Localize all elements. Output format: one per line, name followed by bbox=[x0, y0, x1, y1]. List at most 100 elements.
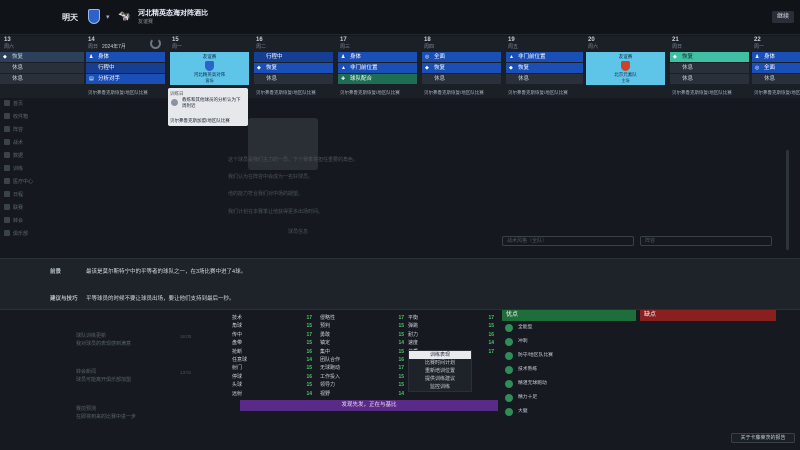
sidebar-item[interactable]: 联赛 bbox=[0, 202, 48, 215]
training-slot[interactable]: ✚ 球队配合 bbox=[338, 74, 417, 84]
menu-item[interactable]: 比赛时间计划 bbox=[409, 359, 471, 367]
sidebar-item[interactable]: 首页 bbox=[0, 98, 48, 111]
training-slot[interactable]: ▲ 非门前位置 bbox=[506, 52, 583, 62]
chevron-down-icon[interactable]: ▾ bbox=[106, 13, 110, 21]
attributes-panel: 技术 17 角球 15 传中 17 盘带 15 抢断 16 任意球 14 射门 15 停球 16 头球 15 远射 1… bbox=[228, 310, 498, 430]
training-slot[interactable]: 休息 bbox=[254, 74, 333, 84]
calendar-day[interactable]: 19 周五 ▲ 非门前位置 ◆ 恢复 休息 贝尔弗鲁克斯恢复/地区队比赛 bbox=[504, 36, 584, 98]
training-slot[interactable]: ♟ 身体 bbox=[338, 52, 417, 62]
strength-icon bbox=[505, 380, 513, 388]
day-name: 周五 bbox=[508, 44, 519, 50]
training-slot[interactable]: ◎ 全面 bbox=[422, 52, 501, 62]
strength-icon bbox=[505, 338, 513, 346]
continue-button[interactable]: 继续 bbox=[772, 11, 794, 23]
training-slot[interactable]: ♟ 身体 bbox=[752, 52, 800, 62]
prospect-text: 最该是莫尔斯特宁中的平等者的球队之一，在3场比赛中进了4球。 bbox=[86, 269, 247, 275]
news-item[interactable]: 球队训练更新 我对球员的表现感到满意 bbox=[76, 332, 131, 348]
training-slot[interactable]: ▤ 分析对手 bbox=[86, 74, 165, 84]
calendar-day[interactable]: 22 周一 ♟身体 ◎全面 休息 贝尔弗鲁克斯恢复/地区队比赛 bbox=[750, 36, 800, 98]
sidebar-item[interactable]: 俱乐部 bbox=[0, 228, 48, 241]
calendar-day[interactable]: 17 周三 ♟ 身体 ▲ 非门前位置 ✚ 球队配合 贝尔弗鲁克斯恢复/地区队比赛 bbox=[336, 36, 420, 98]
attribute-row: 工作投入 15 bbox=[320, 373, 404, 381]
club-badge-icon bbox=[88, 9, 100, 24]
training-slot[interactable]: 休息 bbox=[670, 74, 749, 84]
training-slot[interactable]: ◆ 恢复 bbox=[506, 63, 583, 73]
attribute-value: 17 bbox=[398, 315, 404, 321]
training-slot[interactable]: 行程中 bbox=[86, 63, 165, 73]
attribute-name: 角球 bbox=[232, 323, 243, 330]
attribute-name: 侵略性 bbox=[320, 315, 336, 321]
sidebar-item[interactable]: 医疗中心 bbox=[0, 176, 48, 189]
attribute-value: 15 bbox=[398, 382, 404, 389]
scrollbar[interactable] bbox=[786, 150, 789, 250]
training-slot[interactable]: 休息 bbox=[506, 74, 583, 84]
inbox-icon bbox=[4, 113, 10, 119]
report-link[interactable]: 关于卡藤莱茨的报告 bbox=[731, 433, 795, 443]
attribute-value: 16 bbox=[398, 357, 404, 363]
strengths-panel: 优点 全能型 冲刺 防守/地区队比赛 技术熟练 精湛无球跑动 精力十足 大腿 bbox=[502, 310, 636, 435]
fitness-icon: ♟ bbox=[755, 54, 760, 60]
training-slot[interactable]: ▲ 非门前位置 bbox=[338, 63, 417, 73]
sidebar-item[interactable]: 日程 bbox=[0, 189, 48, 202]
calendar-day[interactable]: 18 周四 ◎ 全面 ◆ 恢复 休息 贝尔弗鲁克斯恢复/地区队比赛 bbox=[420, 36, 504, 98]
attribute-value: 15 bbox=[306, 382, 312, 389]
next-match-title[interactable]: 河北精英态海对阵酒比 bbox=[138, 8, 208, 18]
attribute-value: 15 bbox=[306, 340, 312, 347]
training-slot[interactable]: ◆ 恢复 bbox=[670, 52, 749, 62]
day-name: 周六 bbox=[588, 44, 599, 50]
training-slot[interactable]: ◆ 恢复 bbox=[254, 63, 333, 73]
teamwork-icon: ✚ bbox=[341, 76, 346, 82]
calendar-day[interactable]: 16 周二 行程中 ◆ 恢复 休息 贝尔弗鲁克斯恢复/地区队比赛 bbox=[252, 36, 336, 98]
scout-tip-panel: 前景 最该是莫尔斯特宁中的平等者的球队之一，在3场比赛中进了4球。 建议与技巧 … bbox=[0, 258, 800, 310]
match-tile[interactable]: 友谊赛 河北精英高对阵 客场 bbox=[170, 52, 249, 85]
attribute-name: 抢断 bbox=[232, 348, 243, 355]
sidebar-item[interactable]: 数据 bbox=[0, 150, 48, 163]
squad-select[interactable]: 阵容 bbox=[640, 236, 772, 246]
calendar-day[interactable]: 13 周六 ◆ 恢复 休息 休息 bbox=[0, 36, 84, 98]
match-tile[interactable]: 友谊赛 北京元素队 主场 bbox=[586, 52, 665, 85]
calendar-day[interactable]: 14 周日 2024年7月 ♟ 身体 行程中 ▤ 分析对手 贝尔弗鲁克斯恢复/地区队… bbox=[84, 36, 168, 98]
sidebar-item[interactable]: 战术 bbox=[0, 137, 48, 150]
calendar-day[interactable]: 20 周六 友谊赛 北京元素队 主场 bbox=[584, 36, 668, 98]
training-slot[interactable]: ◆ 恢复 bbox=[0, 52, 84, 62]
training-slot[interactable]: ♟ 身体 bbox=[86, 52, 165, 62]
menu-item-highlight[interactable]: 训练表现 bbox=[409, 351, 471, 359]
sidebar-item[interactable]: 训练 bbox=[0, 163, 48, 176]
attribute-row: 弹跳 15 bbox=[408, 322, 494, 330]
recovery-icon: ◆ bbox=[425, 65, 429, 71]
strength-item: 防守/地区队比赛 bbox=[502, 349, 636, 363]
sidebar-item[interactable]: 收件箱 bbox=[0, 111, 48, 124]
calendar-day[interactable]: 21 周日 ◆ 恢复 休息 休息 贝尔弗鲁克斯恢复/地区队比赛 bbox=[668, 36, 750, 98]
training-slot[interactable]: 行程中 bbox=[254, 52, 333, 62]
medical-icon bbox=[4, 178, 10, 184]
schedule-calendar: 13 周六 ◆ 恢复 休息 休息 14 周日 2024年7月 ♟ 身体 行程中 ▤ 分… bbox=[0, 36, 800, 98]
training-slot[interactable]: 休息 bbox=[0, 63, 84, 73]
tactic-select[interactable]: 战术风格（全队） bbox=[502, 236, 634, 246]
weaknesses-panel: 缺点 bbox=[640, 310, 776, 435]
tactics-icon bbox=[4, 139, 10, 145]
sidebar: 首页 收件箱 阵容 战术 数据 训练 医疗中心 日程 联赛 转会 俱乐部 bbox=[0, 98, 48, 258]
attribute-value: 16 bbox=[488, 331, 494, 338]
news-item[interactable]: 赛前预测 在即将到来的比赛中进一步 bbox=[76, 405, 136, 421]
training-slot[interactable]: 休息 bbox=[670, 63, 749, 73]
menu-item[interactable]: 重新培训位置 bbox=[409, 367, 471, 375]
avatar bbox=[171, 99, 178, 106]
attribute-value: 15 bbox=[398, 348, 404, 355]
sidebar-item[interactable]: 转会 bbox=[0, 215, 48, 228]
training-slot[interactable]: ◎ 全面 bbox=[752, 63, 800, 73]
cta-button[interactable]: 发现先发，正在与基比 bbox=[240, 400, 498, 411]
attribute-name: 技术 bbox=[232, 315, 243, 321]
day-name: 周三 bbox=[340, 44, 351, 50]
menu-item[interactable]: 监控训练 bbox=[409, 383, 471, 391]
day-footer: 贝尔弗鲁克斯恢复/地区队比赛 bbox=[340, 90, 400, 95]
training-slot[interactable]: ◆ 恢复 bbox=[422, 63, 501, 73]
day-footer: 贝尔弗鲁克斯恢复/地区队比赛 bbox=[754, 90, 800, 95]
training-slot[interactable]: 休息 bbox=[752, 74, 800, 84]
recovery-icon: ◆ bbox=[673, 54, 677, 60]
news-item[interactable]: 转会新闻 球员可能离开俱乐部加盟 bbox=[76, 368, 131, 384]
menu-item[interactable]: 提供训练建议 bbox=[409, 375, 471, 383]
training-slot[interactable]: 休息 bbox=[0, 74, 84, 84]
advice-text: 平等球员的时候不要让球员出场，要让他们支持到最后一秒。 bbox=[86, 296, 235, 302]
sidebar-item[interactable]: 阵容 bbox=[0, 124, 48, 137]
training-slot[interactable]: 休息 bbox=[422, 74, 501, 84]
